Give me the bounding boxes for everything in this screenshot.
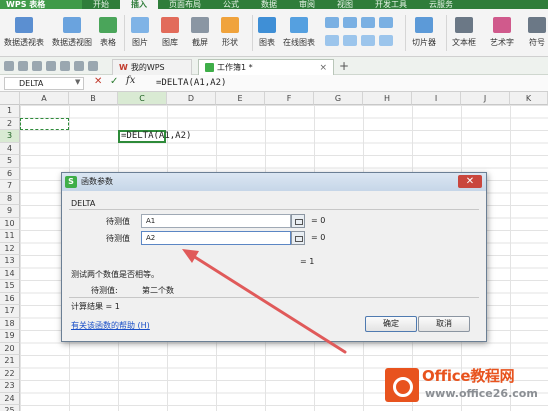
watermark-title: Office教程网 xyxy=(422,367,515,385)
arrow-shaft xyxy=(188,252,347,354)
watermark-url: www.office26.com xyxy=(425,387,538,400)
office-logo-icon xyxy=(385,368,419,402)
wps-spreadsheet-window: WPS 表格 开始 插入 页面布局 公式 数据 审阅 视图 开发工具 云服务 数… xyxy=(0,0,548,411)
arrow-head xyxy=(182,249,199,263)
annotation-arrow xyxy=(182,249,347,354)
